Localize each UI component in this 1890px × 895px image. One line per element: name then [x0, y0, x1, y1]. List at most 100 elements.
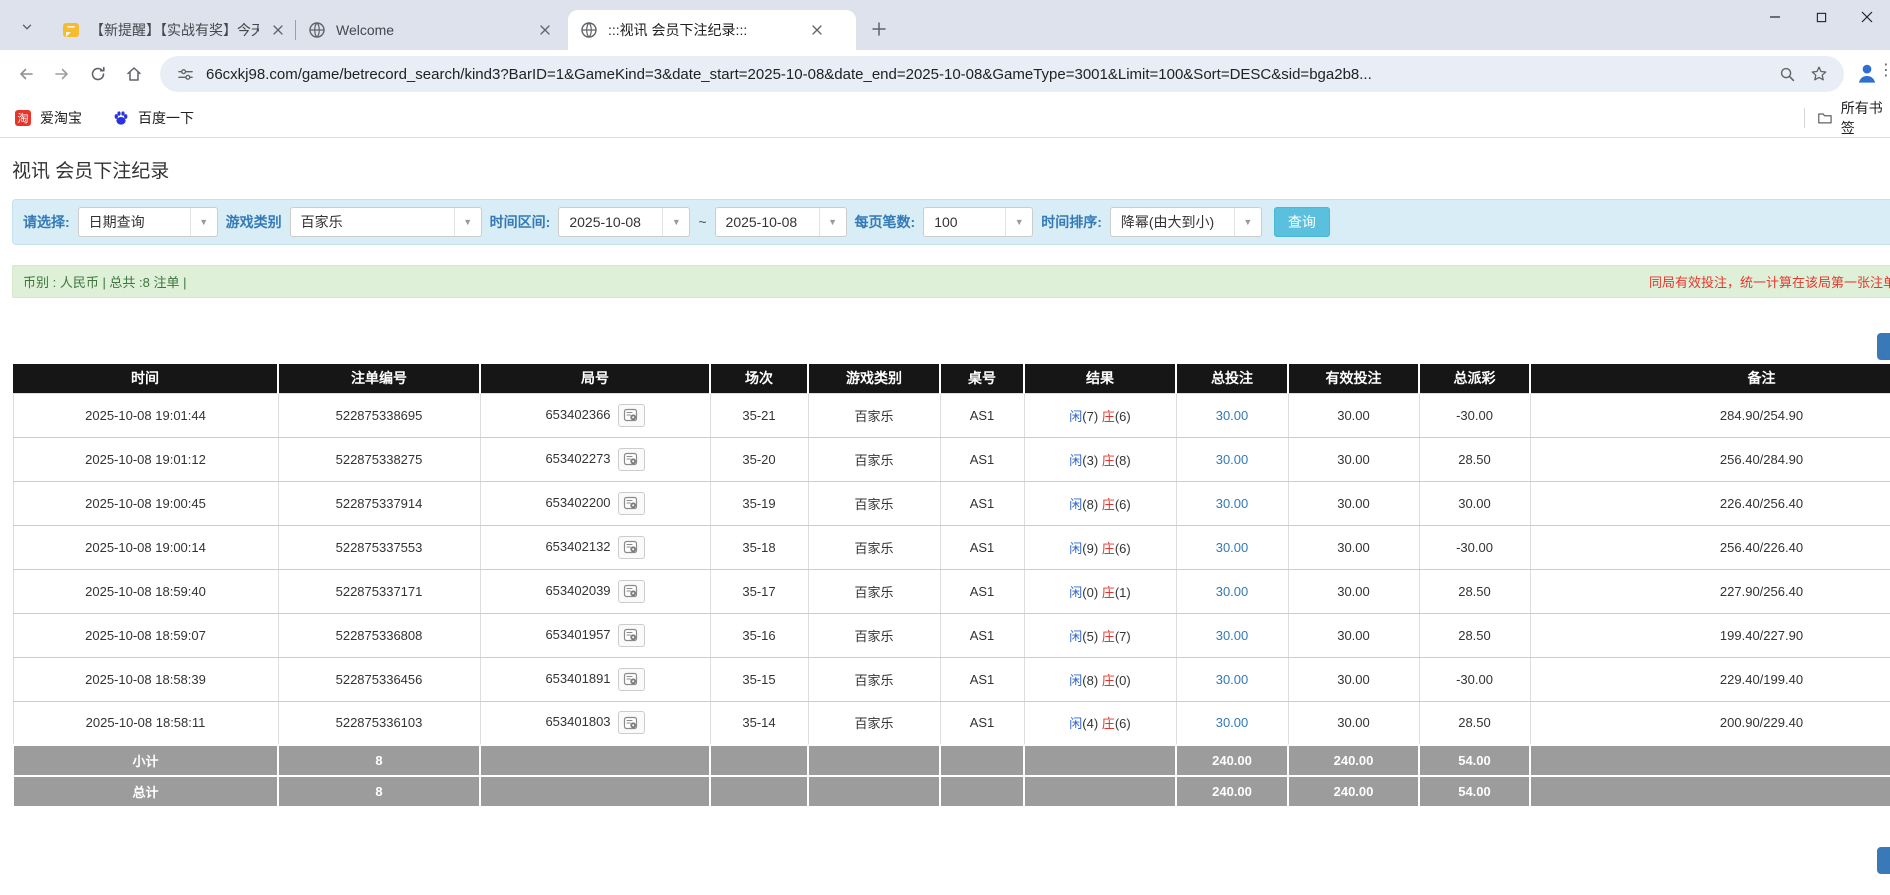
- browser-menu-button[interactable]: ⋮: [1878, 60, 1890, 80]
- edge-button-bottom[interactable]: [1877, 847, 1890, 874]
- table-row: 2025-10-08 19:01:12522875338275653402273…: [13, 437, 1890, 481]
- minimize-button[interactable]: [1752, 0, 1798, 34]
- query-type-select[interactable]: 日期查询 ▼: [78, 207, 218, 237]
- total-bet-link[interactable]: 30.00: [1216, 584, 1249, 599]
- total-bet-link[interactable]: 30.00: [1216, 672, 1249, 687]
- search-button[interactable]: 查询: [1274, 207, 1330, 237]
- footer-empty-cell: [480, 776, 710, 807]
- cell-valid-bet: 30.00: [1288, 481, 1419, 525]
- footer-empty-cell: [940, 745, 1024, 776]
- video-replay-icon: [623, 584, 639, 598]
- tab-close-button[interactable]: [808, 21, 826, 39]
- bookmark-label: 百度一下: [138, 108, 194, 128]
- reload-button[interactable]: [80, 56, 116, 92]
- tab-close-button[interactable]: [269, 21, 287, 39]
- video-replay-icon: [623, 628, 639, 642]
- divider: [1804, 108, 1805, 128]
- total-bet-link[interactable]: 30.00: [1216, 540, 1249, 555]
- per-page-select[interactable]: 100 ▼: [923, 207, 1033, 237]
- browser-tab-forum[interactable]: 【新提醒】【实战有奖】今天在: [50, 10, 295, 50]
- date-start-select[interactable]: 2025-10-08 ▼: [558, 207, 690, 237]
- result-player-score: (0): [1082, 585, 1102, 600]
- filter-type-label: 请选择:: [23, 212, 70, 232]
- video-replay-button[interactable]: [618, 624, 645, 647]
- filter-bar: 请选择: 日期查询 ▼ 游戏类别 百家乐 ▼ 时间区间: 2025-10-08 …: [12, 199, 1890, 245]
- cell-total-bet: 30.00: [1176, 657, 1288, 701]
- tab-close-button[interactable]: [536, 21, 554, 39]
- cell-game-type: 百家乐: [808, 481, 940, 525]
- home-button[interactable]: [116, 56, 152, 92]
- cell-bet-id: 522875338695: [278, 393, 480, 437]
- address-bar[interactable]: 66cxkj98.com/game/betrecord_search/kind3…: [160, 56, 1844, 92]
- cell-round: 653401803: [480, 701, 710, 745]
- cell-note: 256.40/226.40: [1530, 525, 1890, 569]
- cell-bet-id: 522875337553: [278, 525, 480, 569]
- cell-valid-bet: 30.00: [1288, 613, 1419, 657]
- browser-tab-betrecord[interactable]: :::视讯 会员下注纪录:::: [568, 10, 856, 50]
- total-bet-link[interactable]: 30.00: [1216, 715, 1249, 730]
- currency-total-text: 币别 : 人民币 | 总共 :8 注单 |: [23, 272, 187, 291]
- video-replay-button[interactable]: [618, 711, 645, 734]
- browser-tab-welcome[interactable]: Welcome: [296, 10, 568, 50]
- result-banker-score: (6): [1115, 409, 1131, 424]
- result-player-score: (3): [1082, 453, 1102, 468]
- tab-title: :::视讯 会员下注纪录:::: [608, 20, 798, 40]
- site-settings-button[interactable]: [174, 63, 196, 85]
- browser-tab-bar: 【新提醒】【实战有奖】今天在 Welcome :::视讯 会员下注纪录:::: [0, 0, 1890, 50]
- column-header: 时间: [13, 364, 278, 393]
- forward-button[interactable]: [44, 56, 80, 92]
- cell-note: 284.90/254.90: [1530, 393, 1890, 437]
- cell-valid-bet: 30.00: [1288, 657, 1419, 701]
- footer-total-bet: 240.00: [1176, 745, 1288, 776]
- footer-valid-bet: 240.00: [1288, 745, 1419, 776]
- tab-search-button[interactable]: [12, 12, 42, 42]
- video-replay-icon: [623, 540, 639, 554]
- total-bet-link[interactable]: 30.00: [1216, 408, 1249, 423]
- cell-time: 2025-10-08 18:59:07: [13, 613, 278, 657]
- date-end-select[interactable]: 2025-10-08 ▼: [715, 207, 847, 237]
- video-replay-button[interactable]: [618, 536, 645, 559]
- video-replay-button[interactable]: [618, 448, 645, 471]
- back-button[interactable]: [8, 56, 44, 92]
- sort-order-select[interactable]: 降幂(由大到小) ▼: [1110, 207, 1262, 237]
- all-bookmarks-button[interactable]: 所有书签: [1804, 98, 1890, 138]
- column-header: 场次: [710, 364, 808, 393]
- cell-session: 35-18: [710, 525, 808, 569]
- video-replay-button[interactable]: [618, 404, 645, 427]
- result-player-score: (5): [1082, 629, 1102, 644]
- footer-empty-cell: [710, 745, 808, 776]
- new-tab-button[interactable]: [864, 14, 894, 44]
- column-header: 注单编号: [278, 364, 480, 393]
- video-replay-button[interactable]: [618, 668, 645, 691]
- bookmark-taobao[interactable]: 淘 爱淘宝: [14, 108, 82, 128]
- video-replay-button[interactable]: [618, 492, 645, 515]
- cell-game-type: 百家乐: [808, 525, 940, 569]
- cell-bet-id: 522875338275: [278, 437, 480, 481]
- cell-result: 闲(4) 庄(6): [1024, 701, 1176, 745]
- total-bet-link[interactable]: 30.00: [1216, 628, 1249, 643]
- close-window-button[interactable]: [1844, 0, 1890, 34]
- round-number: 653402132: [545, 538, 610, 553]
- round-number: 653402200: [545, 494, 610, 509]
- profile-avatar-icon: [1854, 61, 1880, 87]
- game-category-select[interactable]: 百家乐 ▼: [290, 207, 482, 237]
- maximize-button[interactable]: [1798, 0, 1844, 34]
- total-bet-link[interactable]: 30.00: [1216, 496, 1249, 511]
- bookmark-star-button[interactable]: [1808, 63, 1830, 85]
- maximize-icon: [1816, 12, 1827, 23]
- cell-result: 闲(5) 庄(7): [1024, 613, 1176, 657]
- cell-time: 2025-10-08 19:01:44: [13, 393, 278, 437]
- browser-toolbar: 66cxkj98.com/game/betrecord_search/kind3…: [0, 50, 1890, 98]
- url-text[interactable]: 66cxkj98.com/game/betrecord_search/kind3…: [206, 66, 1766, 83]
- cell-game-type: 百家乐: [808, 613, 940, 657]
- edge-button-top[interactable]: [1877, 333, 1890, 360]
- cell-valid-bet: 30.00: [1288, 701, 1419, 745]
- cell-game-type: 百家乐: [808, 393, 940, 437]
- video-replay-button[interactable]: [618, 580, 645, 603]
- result-banker-score: (6): [1115, 541, 1131, 556]
- video-replay-icon: [623, 716, 639, 730]
- total-bet-link[interactable]: 30.00: [1216, 452, 1249, 467]
- zoom-button[interactable]: [1776, 63, 1798, 85]
- bookmark-baidu[interactable]: 百度一下: [112, 108, 194, 128]
- cell-game-type: 百家乐: [808, 701, 940, 745]
